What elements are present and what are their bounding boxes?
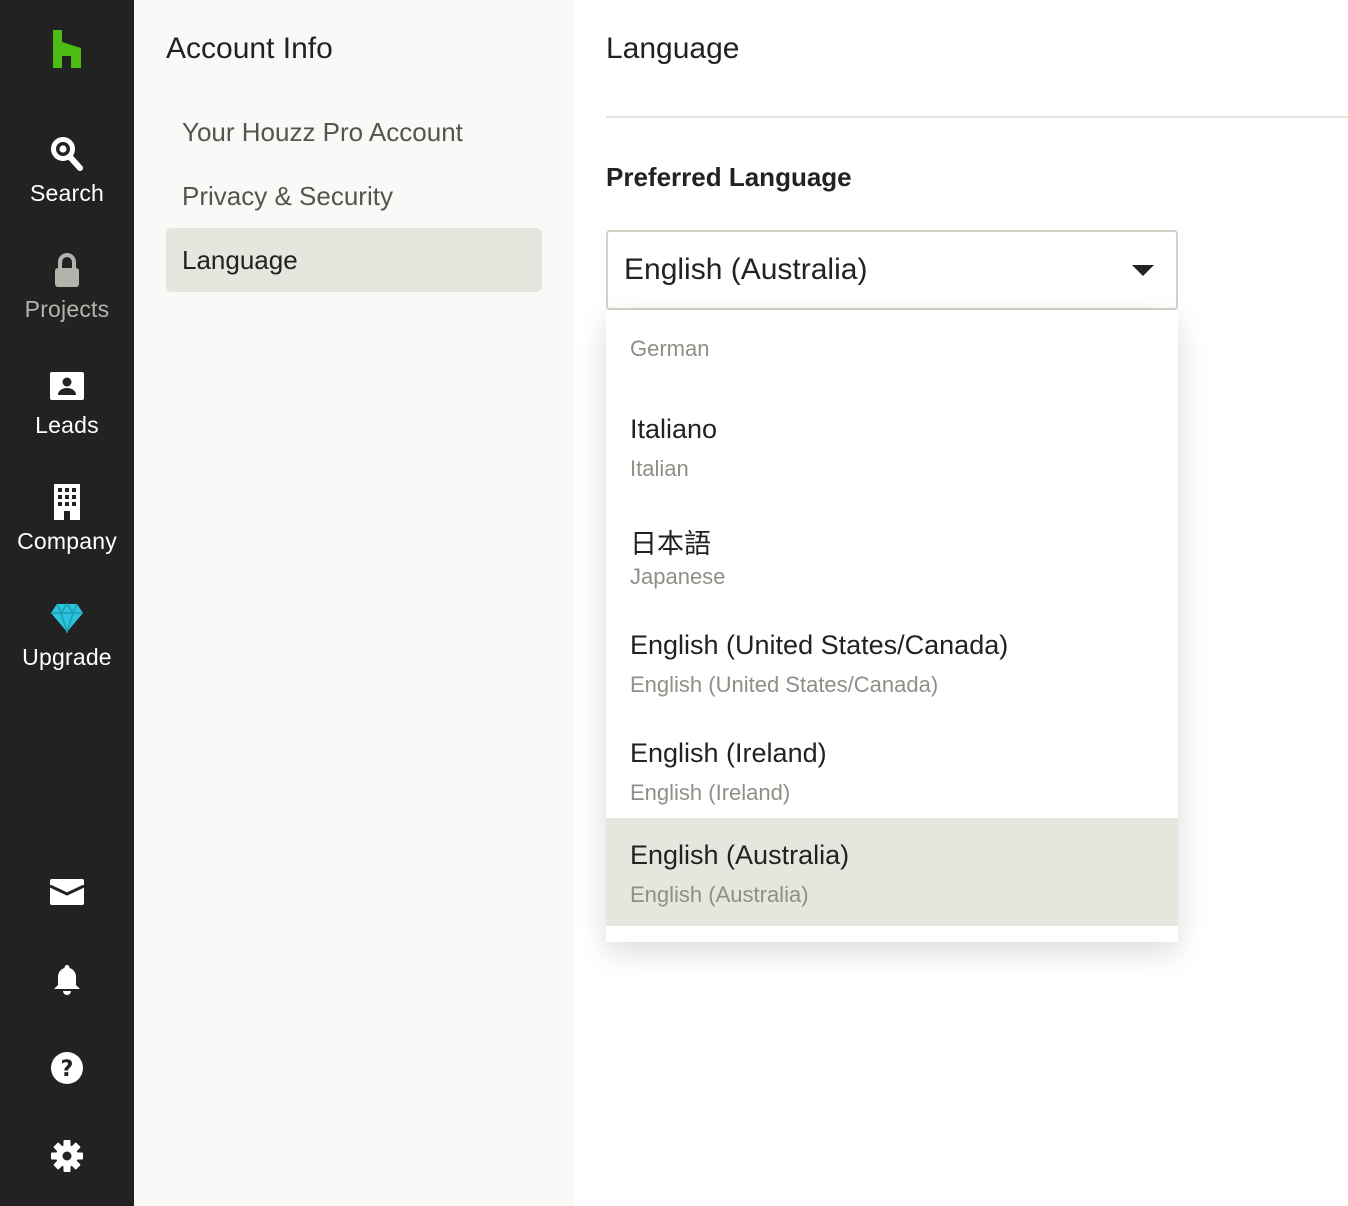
language-option-italiano[interactable]: Italiano Italian	[606, 392, 1178, 500]
settings-button[interactable]	[0, 1133, 134, 1183]
rail-item-projects[interactable]: Projects	[0, 250, 134, 346]
divider	[606, 116, 1348, 118]
subnav-title: Account Info	[166, 32, 333, 65]
help-button[interactable]: ?	[0, 1045, 134, 1095]
left-nav-rail: Search Projects Leads Company Upgrade ?	[0, 0, 134, 1206]
option-native-name: Italiano	[630, 414, 718, 444]
option-english-name: Japanese	[630, 564, 726, 589]
page-title: Language	[606, 32, 740, 65]
account-info-sidebar: Account Info Your Houzz Pro Account Priv…	[134, 0, 574, 1206]
inbox-button[interactable]	[0, 869, 134, 919]
language-option-english-ireland[interactable]: English (Ireland) English (Ireland)	[606, 716, 1178, 824]
houzz-logo-icon	[53, 30, 81, 68]
option-english-name: German	[630, 336, 710, 361]
bell-icon	[50, 963, 84, 1002]
help-icon: ?	[50, 1051, 84, 1090]
language-dropdown-menu: German Italiano Italian 日本語 Japanese Eng…	[606, 310, 1178, 942]
option-native-name: English (United States/Canada)	[630, 630, 1009, 660]
option-english-name: Italian	[630, 456, 689, 481]
language-option-japanese[interactable]: 日本語 Japanese	[606, 500, 1178, 608]
rail-item-label: Projects	[24, 296, 110, 322]
subnav-item-your-houzz-pro-account[interactable]: Your Houzz Pro Account	[166, 100, 542, 164]
preferred-language-label: Preferred Language	[606, 162, 852, 192]
search-icon	[50, 134, 84, 174]
building-icon	[53, 482, 81, 522]
option-english-name: English (Australia)	[630, 882, 809, 907]
rail-item-company[interactable]: Company	[0, 482, 134, 578]
option-native-name: English (Australia)	[630, 840, 850, 870]
option-english-name: English (Ireland)	[630, 780, 791, 805]
language-option-english-australia[interactable]: English (Australia) English (Australia)	[606, 818, 1178, 926]
contact-card-icon	[50, 366, 84, 406]
houzz-logo[interactable]	[0, 30, 134, 76]
subnav-item-privacy-security[interactable]: Privacy & Security	[166, 164, 542, 228]
option-native-name: 日本語	[630, 529, 711, 559]
gear-icon	[50, 1139, 84, 1178]
diamond-icon	[50, 598, 84, 638]
caret-down-icon	[1132, 265, 1154, 276]
rail-item-leads[interactable]: Leads	[0, 366, 134, 462]
rail-item-label: Search	[29, 180, 105, 206]
inbox-icon	[49, 878, 85, 910]
rail-item-label: Company	[17, 528, 117, 554]
select-value: English (Australia)	[624, 253, 868, 286]
rail-item-label: Upgrade	[22, 644, 112, 670]
language-select[interactable]: English (Australia)	[606, 230, 1178, 310]
subnav-item-language[interactable]: Language	[166, 228, 542, 292]
option-english-name: English (United States/Canada)	[630, 672, 939, 697]
svg-text:?: ?	[61, 1057, 74, 1082]
notifications-button[interactable]	[0, 957, 134, 1007]
language-option-english-us-canada[interactable]: English (United States/Canada) English (…	[606, 608, 1178, 716]
rail-item-search[interactable]: Search	[0, 134, 134, 230]
rail-item-upgrade[interactable]: Upgrade	[0, 598, 134, 694]
rail-item-label: Leads	[35, 412, 99, 438]
option-native-name: English (Ireland)	[630, 738, 827, 768]
lock-icon	[53, 250, 81, 290]
main-content: Language Preferred Language English (Aus…	[574, 0, 1348, 1206]
